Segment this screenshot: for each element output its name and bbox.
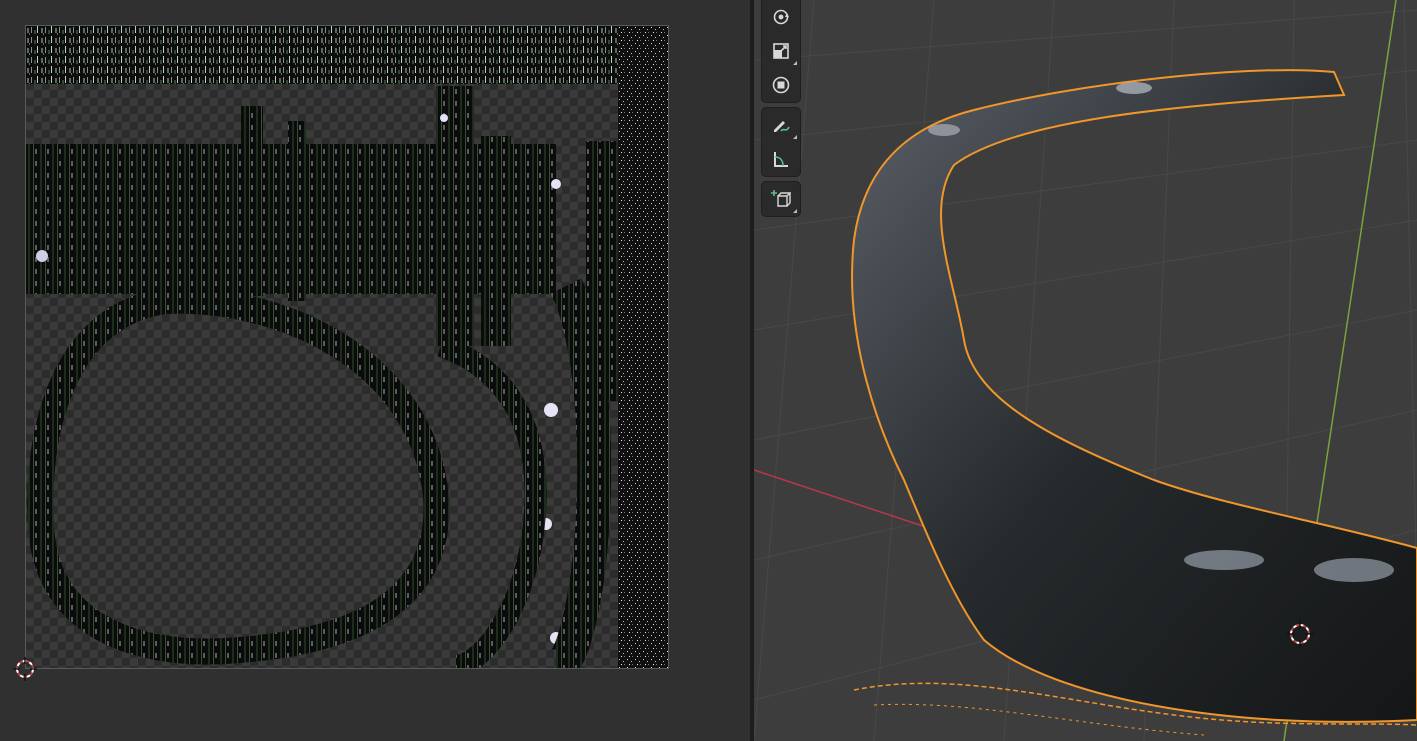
add-cube-tool-button[interactable] — [762, 182, 800, 216]
add-tool-group — [762, 182, 800, 216]
selected-mesh-object — [851, 69, 1417, 723]
annotate-tool-group — [762, 108, 800, 176]
annotate-pencil-icon — [774, 121, 790, 132]
transform-tool-group — [762, 0, 800, 102]
2d-cursor-icon[interactable] — [13, 657, 37, 681]
uv-texture-image[interactable] — [25, 25, 669, 669]
scale-tool-button[interactable] — [762, 34, 800, 68]
annotate-tool-button[interactable] — [762, 108, 800, 142]
rotate-icon — [773, 9, 789, 25]
transform-icon — [772, 76, 790, 94]
rotate-tool-button[interactable] — [762, 0, 800, 34]
viewport-scene — [754, 0, 1417, 741]
uv-texture-drawing — [26, 26, 668, 668]
3d-viewport[interactable] — [754, 0, 1417, 741]
scale-icon — [773, 43, 789, 59]
measure-tool-button[interactable] — [762, 142, 800, 176]
uv-editor-area[interactable] — [0, 0, 750, 741]
measure-ruler-icon — [774, 152, 788, 167]
transform-tool-button[interactable] — [762, 68, 800, 102]
add-cube-icon — [771, 190, 791, 207]
tool-shelf — [762, 0, 800, 222]
